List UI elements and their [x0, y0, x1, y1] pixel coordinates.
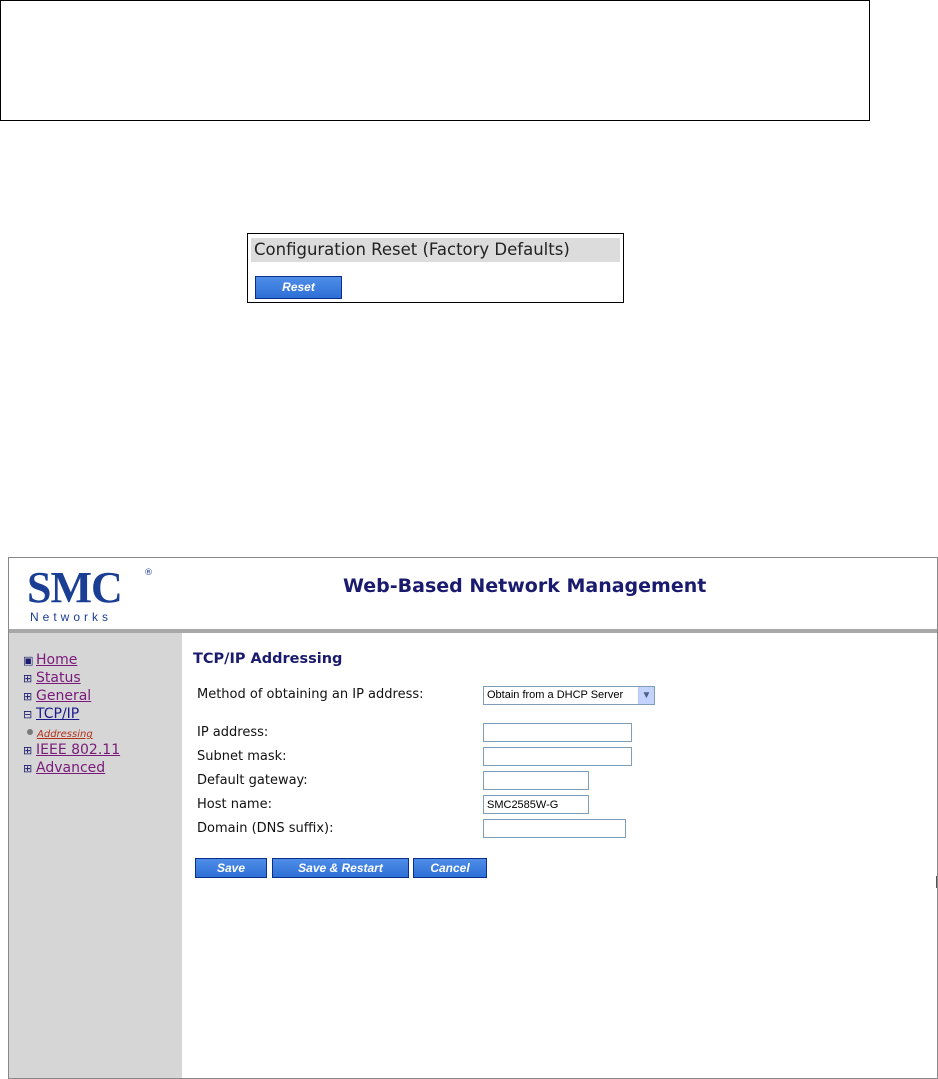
header-title: Web-Based Network Management — [343, 575, 707, 597]
sidebar-item-advanced[interactable]: ⊞ Advanced — [23, 759, 120, 777]
sidebar-subitem-label[interactable]: Addressing — [37, 729, 93, 740]
sidebar: ▣ Home ⊞ Status ⊞ General ⊟ TCP/IP Addressin… — [9, 633, 182, 1078]
reset-button[interactable]: Reset — [255, 276, 342, 299]
sidebar-item-label[interactable]: Home — [36, 652, 77, 668]
sidebar-item-label[interactable]: General — [36, 688, 91, 704]
ip-method-select[interactable]: Obtain from a DHCP Server ▼ — [483, 686, 655, 705]
subnet-mask-field[interactable] — [483, 747, 632, 766]
smc-logo: SMC ® Networks — [27, 563, 153, 625]
scrollbar-edge — [936, 876, 937, 888]
sidebar-subitem-addressing[interactable]: Addressing — [23, 723, 120, 741]
empty-frame — [0, 0, 870, 121]
method-label: Method of obtaining an IP address: — [197, 687, 424, 702]
bullet-icon — [27, 729, 33, 735]
sidebar-nav: ▣ Home ⊞ Status ⊞ General ⊟ TCP/IP Addressin… — [23, 651, 120, 777]
domain-suffix-label: Domain (DNS suffix): — [197, 821, 334, 836]
sidebar-item-home[interactable]: ▣ Home — [23, 651, 120, 669]
sidebar-item-ieee80211[interactable]: ⊞ IEEE 802.11 — [23, 741, 120, 759]
sidebar-item-label[interactable]: IEEE 802.11 — [36, 742, 120, 758]
sidebar-item-general[interactable]: ⊞ General — [23, 687, 120, 705]
save-restart-button[interactable]: Save & Restart — [272, 858, 409, 878]
sidebar-item-label[interactable]: TCP/IP — [36, 706, 79, 722]
expand-plus-icon[interactable]: ⊞ — [23, 745, 34, 756]
cancel-button[interactable]: Cancel — [413, 858, 487, 878]
sidebar-item-tcpip[interactable]: ⊟ TCP/IP — [23, 705, 120, 723]
ip-address-field[interactable] — [483, 723, 632, 742]
host-name-label: Host name: — [197, 797, 272, 812]
domain-suffix-field[interactable] — [483, 819, 626, 838]
reset-panel-title: Configuration Reset (Factory Defaults) — [251, 238, 620, 262]
default-gateway-field[interactable] — [483, 771, 589, 790]
reset-panel: Configuration Reset (Factory Defaults) R… — [247, 233, 624, 303]
dot-box-icon[interactable]: ▣ — [23, 655, 34, 666]
ip-address-label: IP address: — [197, 725, 269, 740]
sidebar-item-status[interactable]: ⊞ Status — [23, 669, 120, 687]
page-title: TCP/IP Addressing — [193, 651, 343, 667]
default-gateway-label: Default gateway: — [197, 773, 308, 788]
chevron-down-icon[interactable]: ▼ — [638, 687, 654, 704]
expand-plus-icon[interactable]: ⊞ — [23, 691, 34, 702]
web-management-window: SMC ® Networks Web-Based Network Managem… — [8, 557, 938, 1079]
page-header: SMC ® Networks Web-Based Network Managem… — [9, 558, 937, 629]
expand-plus-icon[interactable]: ⊞ — [23, 763, 34, 774]
main-content: TCP/IP Addressing Method of obtaining an… — [182, 633, 937, 1078]
collapse-minus-icon[interactable]: ⊟ — [23, 709, 34, 720]
expand-plus-icon[interactable]: ⊞ — [23, 673, 34, 684]
subnet-mask-label: Subnet mask: — [197, 749, 287, 764]
save-button[interactable]: Save — [195, 858, 267, 878]
registered-mark-icon: ® — [144, 568, 153, 578]
sidebar-item-label[interactable]: Advanced — [36, 760, 105, 776]
host-name-field[interactable] — [483, 795, 589, 814]
sidebar-item-label[interactable]: Status — [36, 670, 81, 686]
